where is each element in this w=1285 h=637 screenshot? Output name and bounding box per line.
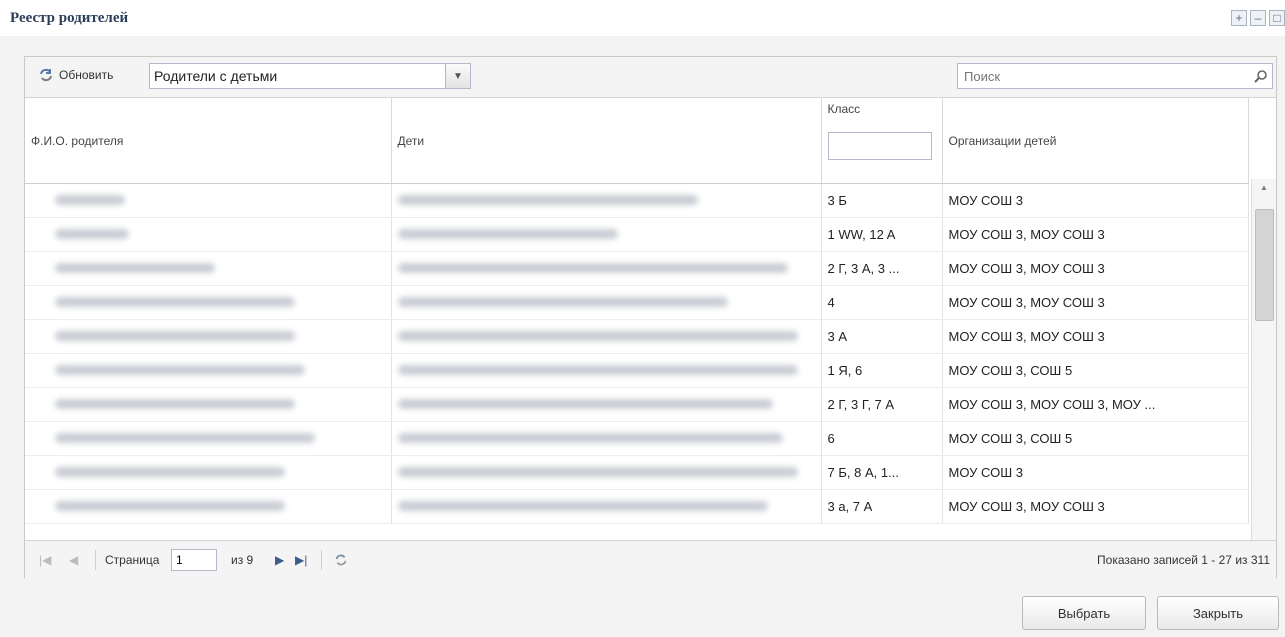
parent-name-cell	[25, 251, 392, 286]
window-controls: + – □	[1231, 10, 1285, 26]
organizations-cell: МОУ СОШ 3	[942, 455, 1249, 490]
grid-panel: Обновить Родители с детьми ▼ Ф.И.О. роди…	[24, 56, 1277, 578]
table-row[interactable]: 1 WW, 12 A МОУ СОШ 3, МОУ СОШ 3	[25, 217, 1249, 252]
parent-name-cell	[25, 489, 392, 524]
parent-name-cell	[25, 217, 392, 252]
children-cell	[391, 455, 822, 490]
window-title: Реестр родителей	[10, 10, 129, 26]
table-row[interactable]: 2 Г, 3 Г, 7 А МОУ СОШ 3, МОУ СОШ 3, МОУ .…	[25, 387, 1249, 422]
class-cell: 7 Б, 8 А, 1...	[821, 455, 943, 490]
organizations-cell: МОУ СОШ 3, МОУ СОШ 3	[942, 285, 1249, 320]
parent-name-cell	[25, 455, 392, 490]
refresh-label: Обновить	[59, 68, 114, 82]
column-header-class-label: Класс	[827, 102, 861, 116]
class-cell: 4	[821, 285, 943, 320]
organizations-cell: МОУ СОШ 3, СОШ 5	[942, 353, 1249, 388]
table-row[interactable]: 3 А МОУ СОШ 3, МОУ СОШ 3	[25, 319, 1249, 354]
organizations-cell: МОУ СОШ 3, МОУ СОШ 3, МОУ ...	[942, 387, 1249, 422]
children-cell	[391, 353, 822, 388]
column-header-class[interactable]: Класс	[821, 98, 943, 184]
vertical-scrollbar[interactable]: ▲	[1251, 179, 1276, 540]
class-cell: 2 Г, 3 Г, 7 А	[821, 387, 943, 422]
chevron-down-icon[interactable]: ▼	[445, 64, 470, 88]
children-cell	[391, 285, 822, 320]
close-button[interactable]: Закрыть	[1157, 596, 1279, 630]
parents-grid: Ф.И.О. родителя Дети Класс Организации д…	[25, 98, 1276, 540]
children-cell	[391, 489, 822, 524]
children-cell	[391, 319, 822, 354]
class-cell: 3 а, 7 А	[821, 489, 943, 524]
search-input[interactable]	[958, 64, 1250, 88]
column-header-organizations[interactable]: Организации детей	[942, 98, 1249, 184]
column-header-parent[interactable]: Ф.И.О. родителя	[25, 98, 392, 184]
pagination-bar: |◀ ◀ Страница из 9 ▶ ▶| Показано записей…	[25, 540, 1276, 578]
table-row[interactable]: 3 Б МОУ СОШ 3	[25, 183, 1249, 218]
records-summary: Показано записей 1 - 27 из 311	[1097, 552, 1270, 567]
organizations-cell: МОУ СОШ 3, МОУ СОШ 3	[942, 251, 1249, 286]
class-cell: 3 Б	[821, 183, 943, 218]
parents-registry-window: Реестр родителей + – □ Обновить Родители…	[0, 0, 1285, 637]
refresh-icon	[40, 68, 52, 82]
last-page-icon[interactable]: ▶|	[295, 541, 307, 578]
organizations-cell: МОУ СОШ 3, МОУ СОШ 3	[942, 489, 1249, 524]
parent-name-cell	[25, 353, 392, 388]
class-cell: 2 Г, 3 А, 3 ...	[821, 251, 943, 286]
filter-value: Родители с детьми	[154, 68, 278, 84]
next-page-icon[interactable]: ▶	[275, 541, 284, 578]
class-cell: 3 А	[821, 319, 943, 354]
organizations-cell: МОУ СОШ 3, МОУ СОШ 3	[942, 217, 1249, 252]
table-row[interactable]: 1 Я, 6 МОУ СОШ 3, СОШ 5	[25, 353, 1249, 388]
organizations-cell: МОУ СОШ 3, СОШ 5	[942, 421, 1249, 456]
parent-name-cell	[25, 285, 392, 320]
class-filter-input[interactable]	[827, 132, 932, 160]
table-row[interactable]: 6 МОУ СОШ 3, СОШ 5	[25, 421, 1249, 456]
parent-name-cell	[25, 319, 392, 354]
pager-refresh-icon[interactable]	[333, 541, 349, 578]
page-label: Страница	[105, 552, 160, 567]
first-page-icon[interactable]: |◀	[39, 541, 51, 578]
table-row[interactable]: 2 Г, 3 А, 3 ... МОУ СОШ 3, МОУ СОШ 3	[25, 251, 1249, 286]
page-count-label: из 9	[231, 552, 254, 567]
children-cell	[391, 387, 822, 422]
children-cell	[391, 183, 822, 218]
select-button[interactable]: Выбрать	[1022, 596, 1146, 630]
parent-name-cell	[25, 387, 392, 422]
page-number-input[interactable]	[171, 548, 217, 571]
window-titlebar[interactable]: Реестр родителей + – □	[0, 0, 1285, 36]
minimize-icon[interactable]: –	[1250, 10, 1266, 26]
search-icon[interactable]	[1250, 64, 1272, 88]
scroll-up-icon[interactable]: ▲	[1252, 179, 1276, 197]
children-cell	[391, 251, 822, 286]
refresh-button[interactable]: Обновить	[37, 66, 113, 84]
table-row[interactable]: 4 МОУ СОШ 3, МОУ СОШ 3	[25, 285, 1249, 320]
search-box	[957, 63, 1273, 89]
scrollbar-thumb[interactable]	[1255, 209, 1274, 321]
class-cell: 1 Я, 6	[821, 353, 943, 388]
divider	[321, 549, 322, 570]
divider	[95, 549, 96, 570]
column-header-children[interactable]: Дети	[391, 98, 822, 184]
children-cell	[391, 217, 822, 252]
maximize-icon[interactable]: □	[1269, 10, 1285, 26]
class-cell: 6	[821, 421, 943, 456]
filter-select[interactable]: Родители с детьми ▼	[149, 63, 471, 89]
prev-page-icon[interactable]: ◀	[69, 541, 78, 578]
parent-name-cell	[25, 421, 392, 456]
grid-toolbar: Обновить Родители с детьми ▼	[25, 57, 1276, 98]
parent-name-cell	[25, 183, 392, 218]
class-cell: 1 WW, 12 A	[821, 217, 943, 252]
table-row[interactable]: 3 а, 7 А МОУ СОШ 3, МОУ СОШ 3	[25, 489, 1249, 524]
table-row[interactable]: 7 Б, 8 А, 1... МОУ СОШ 3	[25, 455, 1249, 490]
organizations-cell: МОУ СОШ 3	[942, 183, 1249, 218]
organizations-cell: МОУ СОШ 3, МОУ СОШ 3	[942, 319, 1249, 354]
add-icon[interactable]: +	[1231, 10, 1247, 26]
children-cell	[391, 421, 822, 456]
